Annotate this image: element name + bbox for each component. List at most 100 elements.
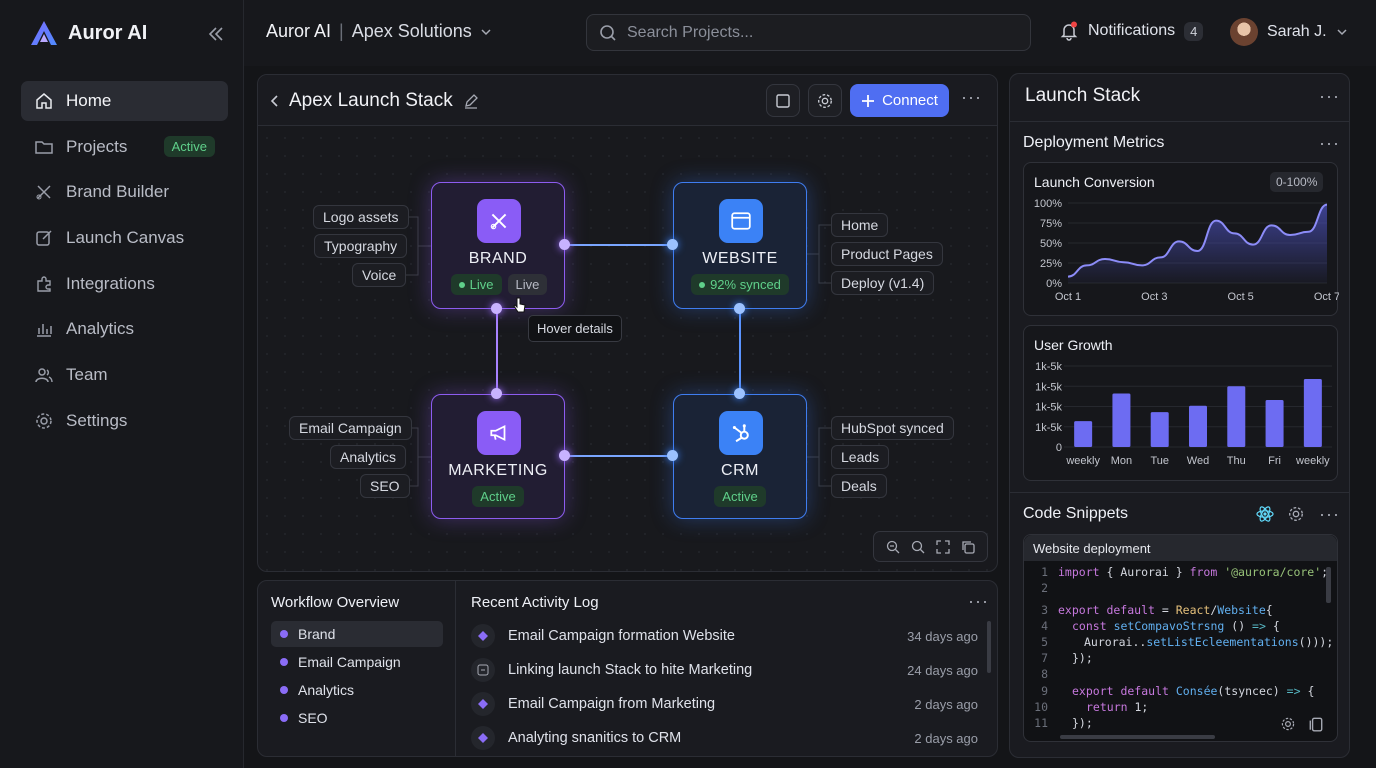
- x-tick-label: Tue: [1150, 455, 1169, 467]
- y-tick-label: 100%: [1034, 198, 1062, 210]
- list-item[interactable]: Linking launch Stack to hite Marketing 24…: [471, 653, 978, 687]
- activity-time: 24 days ago: [907, 662, 978, 678]
- workflow-item[interactable]: Analytics: [271, 677, 443, 703]
- bar: [1227, 386, 1246, 447]
- workflow-item[interactable]: Brand: [271, 621, 443, 647]
- activity-text: Linking launch Stack to hite Marketing: [508, 662, 753, 678]
- crm-chip[interactable]: HubSpot synced: [831, 416, 954, 440]
- connection-port[interactable]: [491, 388, 502, 399]
- user-growth-chart: 1k-5k1k-5k1k-5k1k-5k0weekly Mon Tue Wed Thu F…: [1035, 361, 1332, 467]
- website-node[interactable]: WEBSITE 92% synced: [673, 182, 807, 309]
- list-item[interactable]: Email Campaign from Marketing 2 days ago: [471, 687, 978, 721]
- more-options-icon[interactable]: ···: [1319, 504, 1340, 525]
- y-tick-label: 50%: [1040, 238, 1062, 250]
- y-tick-label: 0: [1056, 442, 1062, 454]
- more-options-icon[interactable]: ···: [1319, 133, 1340, 154]
- connection-port[interactable]: [734, 303, 745, 314]
- copy-icon[interactable]: [1308, 716, 1324, 732]
- copy-icon[interactable]: [961, 540, 976, 554]
- status-badge: Active: [714, 486, 766, 507]
- code-body: 1 import { Aurorai } from '@aurora/core';…: [1034, 565, 1334, 730]
- connection-port[interactable]: [559, 450, 570, 461]
- marketing-tags: Active: [432, 486, 564, 507]
- mouse-cursor-icon: [512, 296, 528, 319]
- brand-chip[interactable]: Typography: [314, 234, 408, 258]
- code-snippets-title: Code Snippets: [1023, 505, 1128, 522]
- crm-chip[interactable]: Leads: [831, 445, 890, 469]
- status-dot: [458, 282, 465, 288]
- scrollbar[interactable]: [1060, 735, 1215, 739]
- connection-port[interactable]: [491, 303, 502, 314]
- scrollbar[interactable]: [987, 621, 991, 673]
- crm-tags: Active: [674, 486, 806, 507]
- list-item[interactable]: Email Campaign formation Website 34 days …: [471, 619, 978, 653]
- brand-node-icon-box: [477, 199, 521, 243]
- brand-chip[interactable]: Voice: [352, 263, 407, 287]
- more-options-icon[interactable]: ···: [1319, 86, 1340, 107]
- activity-time: 2 days ago: [914, 696, 978, 712]
- marketing-node-icon-box: [477, 411, 521, 455]
- marketing-chip[interactable]: SEO: [360, 474, 410, 498]
- y-tick-label: 1k-5k: [1035, 361, 1062, 373]
- connection-port[interactable]: [667, 239, 678, 250]
- brand-tools-icon: [490, 213, 507, 230]
- x-tick-label: Oct 3: [1141, 291, 1167, 303]
- marketing-chip[interactable]: Analytics: [330, 445, 407, 469]
- connection-port[interactable]: [734, 388, 745, 399]
- code-file-tab[interactable]: Website deployment: [1024, 535, 1337, 561]
- bar: [1303, 378, 1322, 447]
- bar: [1150, 412, 1169, 447]
- megaphone-icon: [490, 424, 506, 442]
- right-panel: Launch Stack ··· Deployment Metrics ··· …: [1009, 73, 1350, 758]
- activity-text: Email Campaign formation Website: [508, 628, 735, 644]
- link-icon: [471, 658, 495, 682]
- website-chip[interactable]: Home: [831, 213, 889, 237]
- fullscreen-icon[interactable]: [936, 539, 950, 554]
- crm-chip[interactable]: Deals: [831, 474, 887, 498]
- status-text: Live: [469, 277, 494, 292]
- activity-text: Email Campaign from Marketing: [508, 696, 716, 712]
- x-tick-label: Fri: [1268, 455, 1281, 467]
- list-item[interactable]: Analyting snanitics to CRM 2 days ago: [471, 721, 978, 755]
- workflow-dot: [280, 686, 288, 694]
- marketing-chip[interactable]: Email Campaign: [289, 416, 412, 440]
- crm-node-icon-box: [719, 411, 763, 455]
- more-options-icon[interactable]: ···: [968, 591, 989, 612]
- website-chip[interactable]: Deploy (v1.4): [831, 271, 935, 295]
- marketing-node[interactable]: MARKETING Active: [431, 394, 565, 519]
- y-tick-label: 0%: [1046, 278, 1062, 290]
- workflow-list: Brand Email Campaign Analytics SEO: [271, 621, 443, 733]
- crm-node[interactable]: CRM Active: [673, 394, 807, 519]
- gear-icon[interactable]: [1280, 716, 1296, 732]
- react-icon[interactable]: [1255, 504, 1275, 524]
- status-badge: Live: [450, 274, 502, 295]
- x-tick-label: Oct 5: [1228, 291, 1254, 303]
- zoom-controls: [873, 531, 988, 562]
- bottom-panel: Workflow Overview Brand Email Campaign A…: [257, 580, 998, 757]
- website-chip[interactable]: Product Pages: [831, 242, 943, 266]
- activity-text: Analyting snanitics to CRM: [508, 730, 682, 746]
- workflow-item[interactable]: SEO: [271, 705, 443, 731]
- workflow-item[interactable]: Email Campaign: [271, 649, 443, 675]
- gear-icon[interactable]: [1287, 505, 1305, 523]
- divider: [1010, 492, 1349, 493]
- status-text: 92% synced: [710, 277, 781, 292]
- status-badge: 92% synced: [691, 274, 789, 295]
- brand-chip[interactable]: Logo assets: [313, 205, 409, 229]
- brand-node[interactable]: BRAND Live Live: [431, 182, 565, 309]
- x-tick-label: Mon: [1111, 455, 1132, 467]
- y-tick-label: 25%: [1040, 258, 1062, 270]
- activity-time: 2 days ago: [914, 730, 978, 746]
- scrollbar[interactable]: [1326, 567, 1331, 603]
- marketing-node-label: MARKETING: [448, 462, 548, 479]
- workflow-dot: [280, 714, 288, 722]
- zoom-fit-icon[interactable]: [911, 540, 925, 554]
- divider: [455, 581, 456, 756]
- connection-port[interactable]: [559, 239, 570, 250]
- activity-time: 34 days ago: [907, 628, 978, 644]
- workflow-title: Workflow Overview: [271, 594, 400, 611]
- x-tick-label: Thu: [1227, 455, 1246, 467]
- zoom-out-icon[interactable]: [886, 540, 900, 554]
- connection-port[interactable]: [667, 450, 678, 461]
- code-editor[interactable]: Website deployment 1 import { Aurorai } f…: [1023, 534, 1338, 742]
